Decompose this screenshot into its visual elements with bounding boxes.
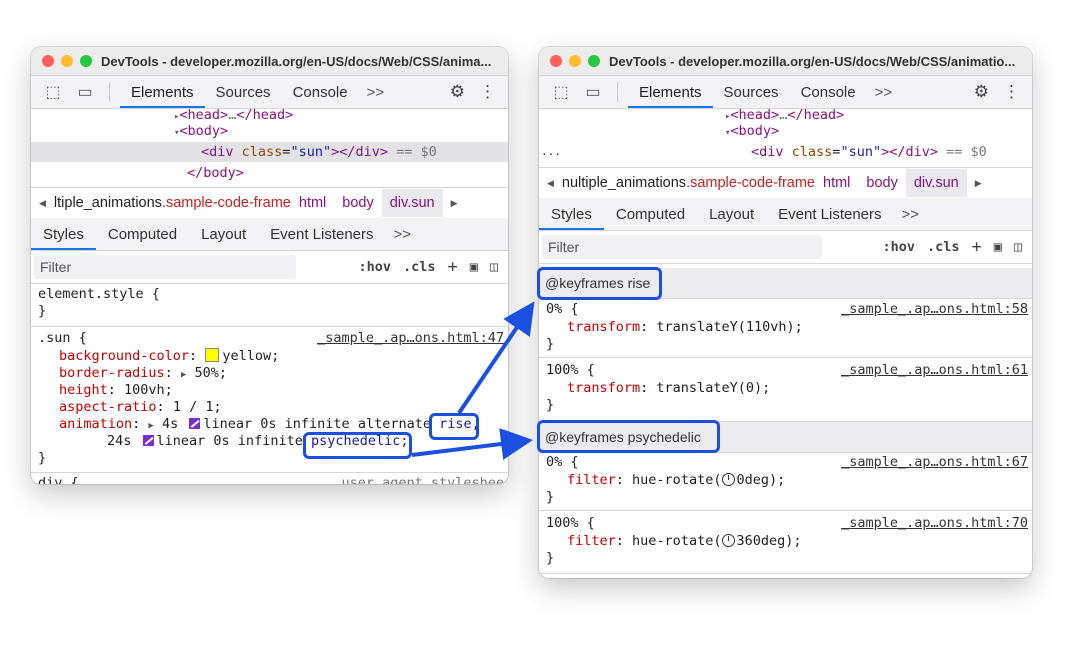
arrow-to-psychedelic: [411, 428, 533, 460]
arrow-to-rise: [457, 301, 535, 415]
annotation-arrows: [411, 301, 535, 460]
